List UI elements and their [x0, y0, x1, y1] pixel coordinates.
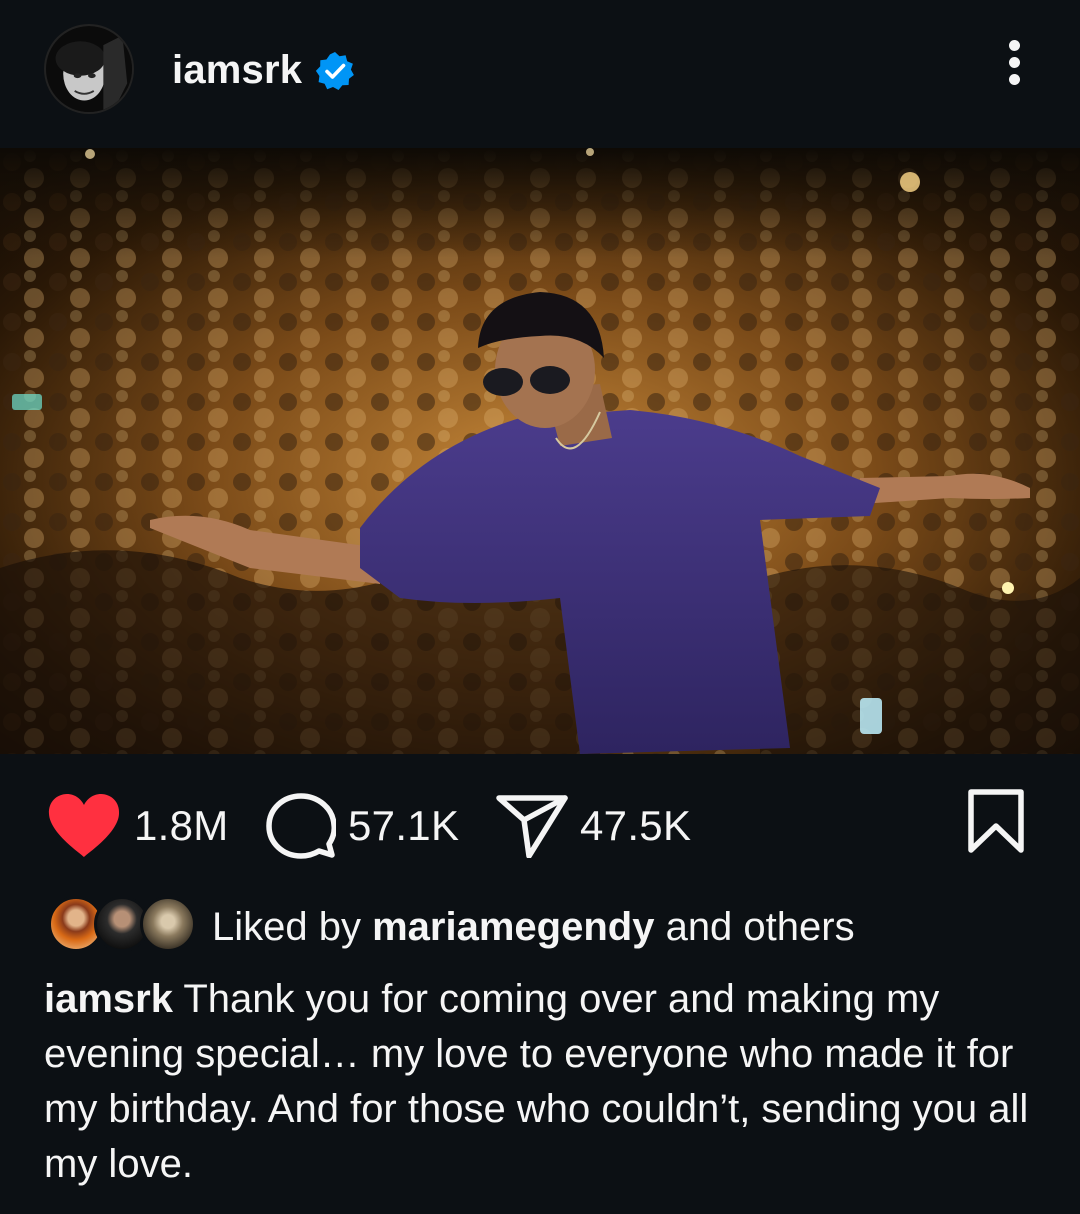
comment-button[interactable]: 57.1K	[266, 790, 459, 862]
send-icon	[496, 795, 568, 858]
liked-by-user[interactable]: mariamegendy	[372, 905, 654, 949]
like-button[interactable]: 1.8M	[46, 790, 229, 862]
liked-by-prefix: Liked by	[212, 905, 373, 949]
comment-icon	[266, 793, 336, 859]
bookmark-icon[interactable]	[966, 788, 1026, 854]
shares-count[interactable]: 47.5K	[580, 802, 691, 850]
avatar[interactable]	[44, 24, 134, 114]
username[interactable]: iamsrk	[172, 44, 302, 96]
more-vertical-icon[interactable]	[994, 40, 1034, 100]
liker-avatar[interactable]	[140, 896, 196, 952]
likes-count[interactable]: 1.8M	[134, 802, 229, 850]
liked-by-text[interactable]: Liked by mariamegendy and others	[212, 902, 855, 952]
share-button[interactable]: 47.5K	[496, 790, 691, 862]
caption-text: Thank you for coming over and making my …	[44, 977, 1029, 1186]
heart-icon	[48, 794, 120, 857]
post-image	[0, 148, 1080, 754]
verified-badge-icon	[315, 52, 354, 90]
instagram-post: iamsrk 1.8M 57.1K 47.5K Liked by mariame…	[0, 0, 1080, 1214]
avatar-image	[46, 26, 132, 112]
post-actions: 1.8M 57.1K 47.5K	[0, 778, 1080, 868]
caption-author[interactable]: iamsrk	[44, 977, 173, 1021]
post-header: iamsrk	[0, 0, 1080, 148]
post-caption: iamsrk Thank you for coming over and mak…	[44, 972, 1044, 1192]
liked-by-suffix: and others	[654, 905, 855, 949]
comments-count[interactable]: 57.1K	[348, 802, 459, 850]
liked-by-row: Liked by mariamegendy and others	[46, 892, 1046, 960]
post-photo[interactable]	[0, 148, 1080, 754]
